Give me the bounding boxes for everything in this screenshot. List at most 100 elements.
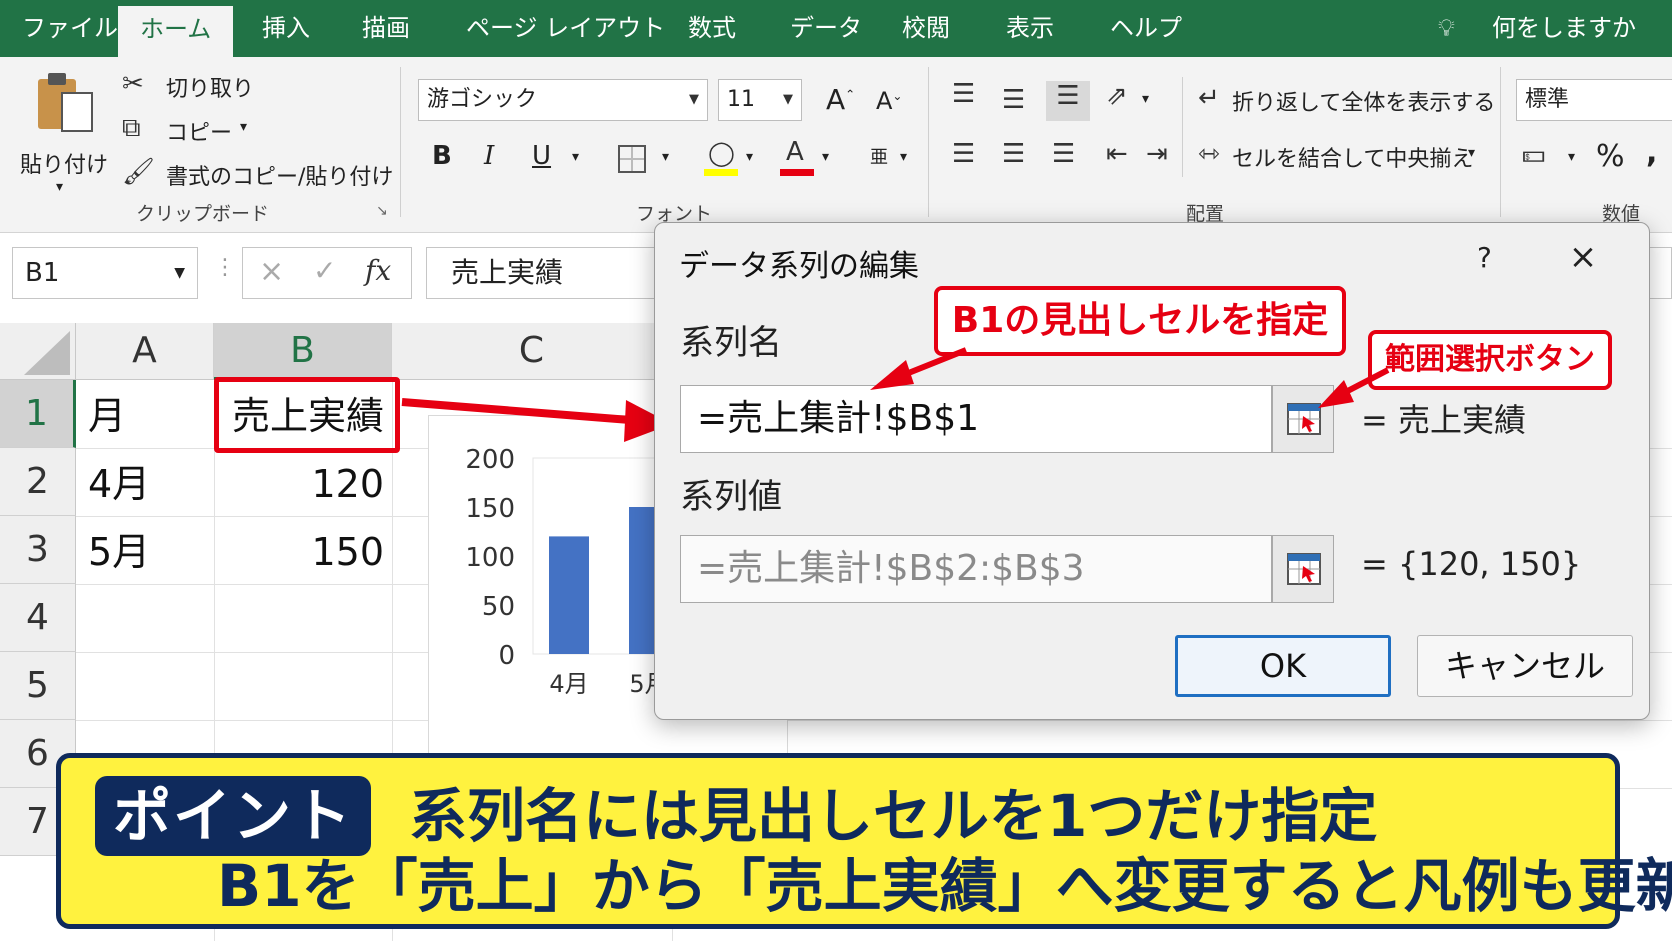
scissors-icon[interactable]: ✂ <box>122 69 144 99</box>
column-header-a[interactable]: A <box>76 323 214 380</box>
column-header-c[interactable]: C <box>392 323 672 380</box>
point-badge: ポイント <box>95 776 371 856</box>
orientation-dropdown-icon[interactable]: ▾ <box>1142 91 1149 107</box>
name-box[interactable]: B1 ▼ <box>12 247 198 299</box>
format-painter-button[interactable]: 書式のコピー/貼り付け <box>166 159 393 191</box>
comma-button[interactable]: , <box>1646 135 1657 170</box>
align-left-icon[interactable]: ☰ <box>952 139 975 169</box>
merge-dropdown-icon[interactable]: ▾ <box>1468 145 1475 161</box>
cut-button[interactable]: 切り取り <box>166 71 254 103</box>
clipboard-launcher-icon[interactable]: ↘ <box>376 203 388 219</box>
wrap-text-icon[interactable]: ↵ <box>1198 83 1220 113</box>
font-color-dropdown-icon[interactable]: ▾ <box>822 149 829 165</box>
borders-dropdown-icon[interactable]: ▾ <box>662 149 669 165</box>
align-center-icon[interactable]: ☰ <box>1002 139 1025 169</box>
currency-icon[interactable]: 💵︎ <box>1522 139 1545 169</box>
font-color-icon[interactable]: A <box>780 137 814 179</box>
tab-data[interactable]: データ <box>790 0 862 57</box>
phonetic-dropdown-icon[interactable]: ▾ <box>900 149 907 165</box>
cell-b2[interactable]: 120 <box>214 450 384 518</box>
row-header-3[interactable]: 3 <box>0 516 76 584</box>
font-size-select[interactable]: 11 ▼ <box>718 79 802 121</box>
formula-buttons: × ✓ fx <box>242 247 412 299</box>
bold-button[interactable]: B <box>432 141 452 171</box>
row-header-1[interactable]: 1 <box>0 380 76 448</box>
tab-draw[interactable]: 描画 <box>362 0 410 57</box>
phonetic-icon[interactable]: 亜 <box>870 143 888 169</box>
row-header-4[interactable]: 4 <box>0 584 76 652</box>
paste-button[interactable]: 貼り付け ▾ <box>14 69 114 199</box>
paste-label: 貼り付け <box>20 153 109 178</box>
series-values-range-button[interactable] <box>1272 535 1334 603</box>
tab-help[interactable]: ヘルプ <box>1110 0 1182 57</box>
callout-header-cell: B1の見出しセルを指定 <box>934 286 1346 356</box>
copy-dropdown-icon[interactable]: ▾ <box>240 119 247 135</box>
lightbulb-icon[interactable]: 💡︎ <box>1438 0 1455 57</box>
select-all-corner[interactable] <box>0 323 76 380</box>
underline-button[interactable]: U <box>532 141 551 171</box>
tab-formulas[interactable]: 数式 <box>688 0 736 57</box>
cancel-button[interactable]: キャンセル <box>1417 635 1633 697</box>
cell-a3[interactable]: 5月 <box>88 518 150 586</box>
chevron-down-icon: ▼ <box>689 92 699 107</box>
tab-view[interactable]: 表示 <box>1006 0 1054 57</box>
cell-a1[interactable]: 月 <box>88 382 126 450</box>
cell-a2[interactable]: 4月 <box>88 450 150 518</box>
ok-button[interactable]: OK <box>1175 635 1391 697</box>
align-right-icon[interactable]: ☰ <box>1052 139 1075 169</box>
fill-color-dropdown-icon[interactable]: ▾ <box>746 149 753 165</box>
clipboard-icon <box>38 73 93 132</box>
row-header-2[interactable]: 2 <box>0 448 76 516</box>
banner-line-1: 系列名には見出しセルを1つだけ指定 <box>409 782 1378 850</box>
align-top-icon[interactable]: ☰ <box>952 79 975 109</box>
drag-handle-icon[interactable]: ⋮ <box>214 255 236 280</box>
grow-font-button[interactable]: A⌃ <box>826 83 855 116</box>
insert-function-icon[interactable]: fx <box>365 254 391 287</box>
dialog-title: データ系列の編集 <box>679 249 919 284</box>
merge-center-button[interactable]: セルを結合して中央揃え <box>1232 141 1473 173</box>
italic-button[interactable]: I <box>484 141 494 171</box>
number-format-select[interactable]: 標準 <box>1516 79 1672 121</box>
currency-dropdown-icon[interactable]: ▾ <box>1568 149 1575 165</box>
increase-indent-icon[interactable]: ⇥ <box>1146 139 1168 169</box>
ribbon-tab-bar: ファイル ホーム 挿入 描画 ページ レイアウト 数式 データ 校閲 表示 ヘル… <box>0 0 1672 57</box>
align-bottom-icon[interactable]: ☰ <box>1046 81 1090 121</box>
font-family-select[interactable]: 游ゴシック ▼ <box>418 79 708 121</box>
help-button[interactable]: ? <box>1477 241 1492 274</box>
paste-dropdown-icon[interactable]: ▾ <box>56 179 63 195</box>
series-values-input[interactable]: =売上集計!$B$2:$B$3 <box>680 535 1272 603</box>
tab-file[interactable]: ファイル <box>22 0 118 57</box>
x-tick-label: 4月 <box>549 670 588 698</box>
wrap-text-button[interactable]: 折り返して全体を表示する <box>1232 85 1495 117</box>
underline-dropdown-icon[interactable]: ▾ <box>572 149 579 165</box>
enter-icon[interactable]: ✓ <box>313 254 336 287</box>
tab-home[interactable]: ホーム <box>118 6 234 57</box>
percent-button[interactable]: % <box>1596 139 1625 174</box>
ribbon-home: 貼り付け ▾ ✂ 切り取り ⧉ コピー ▾ 🖌︎ 書式のコピー/貼り付け クリッ… <box>0 57 1672 233</box>
shrink-font-button[interactable]: A⌄ <box>876 87 902 115</box>
series-name-label: 系列名 <box>680 323 782 363</box>
cell-b3[interactable]: 150 <box>214 518 384 586</box>
tab-page-layout[interactable]: ページ レイアウト <box>466 0 665 57</box>
column-header-b[interactable]: B <box>214 323 392 380</box>
format-painter-icon[interactable]: 🖌︎ <box>122 157 155 187</box>
decrease-indent-icon[interactable]: ⇤ <box>1106 139 1128 169</box>
copy-button[interactable]: コピー <box>166 115 232 147</box>
borders-icon[interactable] <box>618 145 646 173</box>
y-tick-label: 0 <box>498 641 515 671</box>
tab-review[interactable]: 校閲 <box>902 0 950 57</box>
cancel-icon[interactable]: × <box>259 254 284 289</box>
tab-insert[interactable]: 挿入 <box>262 0 310 57</box>
orientation-icon[interactable]: ⇗ <box>1106 81 1128 111</box>
name-box-value: B1 <box>25 258 60 288</box>
series-name-input[interactable]: =売上集計!$B$1 <box>680 385 1272 453</box>
align-middle-icon[interactable]: ☰ <box>1002 85 1025 115</box>
tell-me-search[interactable]: 何をしますか <box>1492 0 1636 57</box>
fill-color-icon[interactable]: ◯ <box>704 139 738 179</box>
row-header-5[interactable]: 5 <box>0 652 76 720</box>
copy-icon[interactable]: ⧉ <box>122 113 141 143</box>
close-button[interactable]: × <box>1555 233 1611 281</box>
series-name-range-button[interactable] <box>1272 385 1334 453</box>
chart-bar[interactable] <box>549 536 589 654</box>
merge-center-icon[interactable]: ⇿ <box>1198 139 1220 169</box>
